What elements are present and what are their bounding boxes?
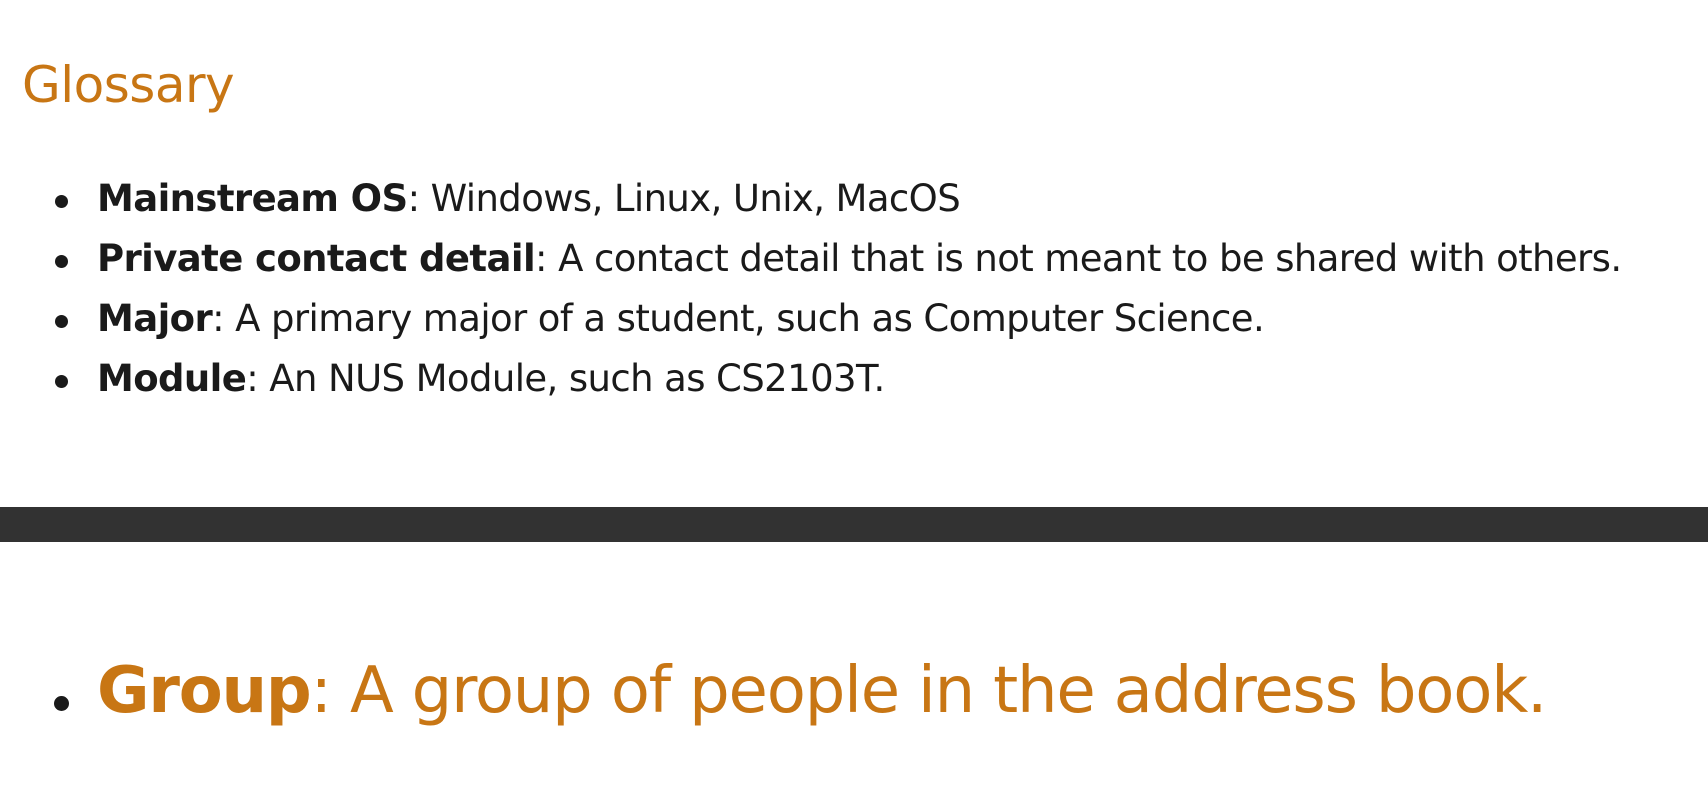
glossary-page: Glossary Mainstream OS: Windows, Linux, … [0, 0, 1708, 788]
glossary-definition: : A group of people in the address book. [310, 654, 1547, 728]
glossary-term: Module [97, 357, 247, 400]
bullet-icon [55, 255, 68, 268]
section-divider [0, 507, 1708, 542]
glossary-definition: : A contact detail that is not meant to … [535, 237, 1622, 280]
bullet-icon [55, 195, 68, 208]
glossary-definition: : Windows, Linux, Unix, MacOS [407, 177, 961, 220]
bullet-icon [55, 375, 68, 388]
glossary-term: Private contact detail [97, 237, 536, 280]
glossary-term: Major [97, 297, 213, 340]
glossary-term: Mainstream OS [97, 177, 408, 220]
bullet-icon [54, 696, 69, 711]
glossary-item-major: Major: A primary major of a student, suc… [48, 292, 1622, 352]
bullet-icon [55, 315, 68, 328]
glossary-item-private-contact-detail: Private contact detail: A contact detail… [48, 232, 1622, 292]
glossary-item-mainstream-os: Mainstream OS: Windows, Linux, Unix, Mac… [48, 172, 1622, 232]
glossary-definition: : An NUS Module, such as CS2103T. [246, 357, 885, 400]
glossary-definition: : A primary major of a student, such as … [212, 297, 1265, 340]
glossary-heading: Glossary [22, 56, 235, 114]
glossary-item-group: Group: A group of people in the address … [48, 650, 1547, 732]
glossary-list: Mainstream OS: Windows, Linux, Unix, Mac… [48, 172, 1622, 412]
glossary-item-module: Module: An NUS Module, such as CS2103T. [48, 352, 1622, 412]
glossary-term: Group [97, 654, 312, 728]
